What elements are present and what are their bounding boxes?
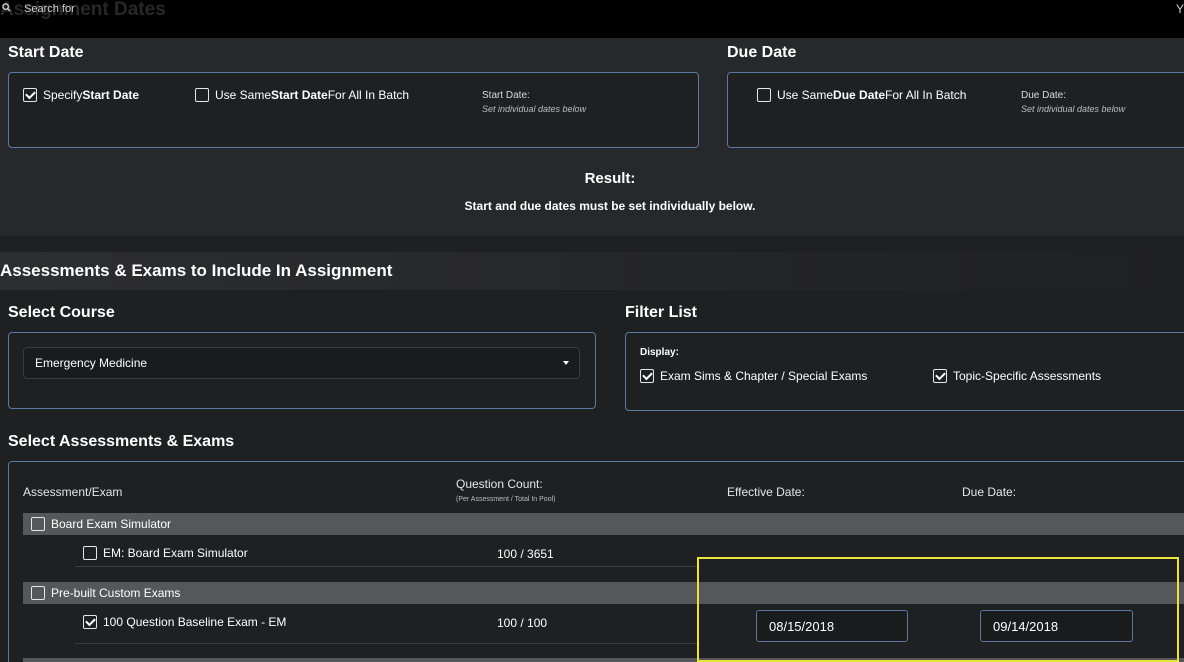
checkbox-unchecked-icon[interactable] <box>757 88 771 102</box>
column-header-exam: Assessment/Exam <box>23 485 123 499</box>
row-divider <box>75 643 700 644</box>
start-date-field-label: Start Date: <box>482 90 530 101</box>
result-text: Start and due dates must be set individu… <box>464 199 756 213</box>
checkbox-checked-icon[interactable] <box>83 615 97 629</box>
start-date-heading: Start Date <box>8 44 84 61</box>
group-prebuilt-checkbox[interactable]: Pre-built Custom Exams <box>31 586 180 600</box>
column-header-count: Question Count: <box>456 477 543 491</box>
start-date-panel <box>8 72 699 148</box>
select-assessments-heading: Select Assessments & Exams <box>8 433 235 450</box>
item-count: 100 / 3651 <box>497 547 554 561</box>
checkbox-unchecked-icon[interactable] <box>31 586 45 600</box>
course-select-value: Emergency Medicine <box>35 356 148 370</box>
due-date-field-label: Due Date: <box>1021 90 1067 101</box>
filter-exam-sims-checkbox[interactable]: Exam Sims & Chapter / Special Exams <box>640 369 867 383</box>
filter-list-heading: Filter List <box>625 304 698 321</box>
checkbox-unchecked-icon[interactable] <box>83 546 97 560</box>
start-date-field-hint: Set individual dates below <box>482 104 587 114</box>
row-divider <box>75 566 700 567</box>
checkbox-checked-icon[interactable] <box>640 369 654 383</box>
select-course-heading: Select Course <box>8 304 115 321</box>
checkbox-unchecked-icon[interactable] <box>31 517 45 531</box>
item-em-board-exam-checkbox[interactable]: EM: Board Exam Simulator <box>83 546 248 560</box>
item-count: 100 / 100 <box>497 616 548 630</box>
column-header-count-sub: (Per Assessment / Total In Pool) <box>456 496 556 503</box>
same-start-date-checkbox[interactable]: Use Same Start Date For All In Batch <box>195 88 409 102</box>
same-due-date-checkbox[interactable]: Use Same Due Date For All In Batch <box>757 88 966 102</box>
column-header-due-date: Due Date: <box>962 485 1017 499</box>
group-board-exam-checkbox[interactable]: Board Exam Simulator <box>31 517 171 531</box>
group-row[interactable] <box>23 513 1184 535</box>
corner-mark: Y <box>1176 2 1184 16</box>
filter-topic-assessments-checkbox[interactable]: Topic-Specific Assessments <box>933 369 1101 383</box>
due-date-heading: Due Date <box>727 44 797 61</box>
due-date-field-hint: Set individual dates below <box>1021 104 1126 114</box>
item-baseline-exam-checkbox[interactable]: 100 Question Baseline Exam - EM <box>83 615 286 629</box>
search-input[interactable]: Search for <box>24 3 75 15</box>
display-label: Display: <box>640 347 679 358</box>
highlight-box <box>697 557 1179 662</box>
column-header-effective-date: Effective Date: <box>727 485 805 499</box>
checkbox-checked-icon[interactable] <box>23 88 37 102</box>
result-title: Result: <box>584 170 636 187</box>
checkbox-unchecked-icon[interactable] <box>195 88 209 102</box>
search-icon[interactable] <box>2 3 11 12</box>
top-bar <box>0 0 1184 38</box>
assessments-heading: Assessments & Exams to Include In Assign… <box>0 261 393 280</box>
chevron-down-icon[interactable] <box>563 361 569 365</box>
checkbox-checked-icon[interactable] <box>933 369 947 383</box>
specify-start-date-checkbox[interactable]: Specify Start Date <box>23 88 139 102</box>
